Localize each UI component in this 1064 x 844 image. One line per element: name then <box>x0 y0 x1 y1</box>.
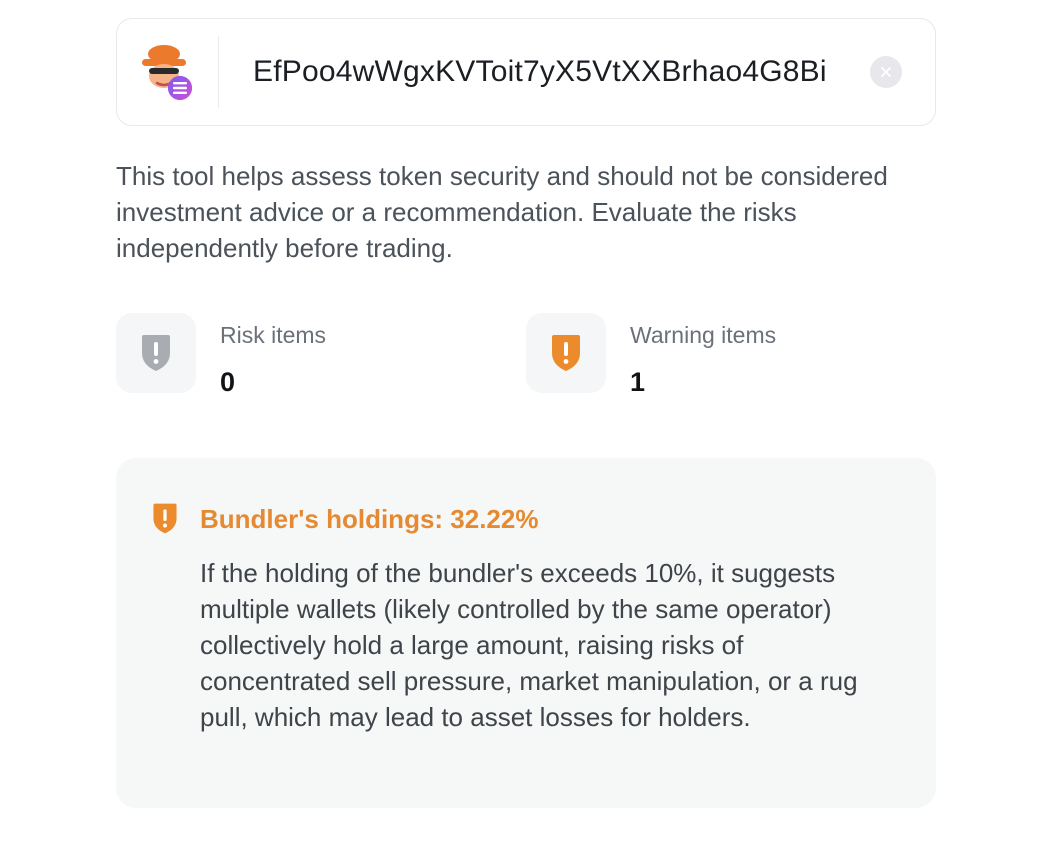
shield-exclamation-icon <box>153 503 177 534</box>
risk-items-count: 0 <box>220 367 236 397</box>
shield-exclamation-icon <box>552 335 580 371</box>
risk-icon-tile <box>116 313 196 393</box>
warning-detail-card: Bundler's holdings: 32.22% If the holdin… <box>116 458 936 808</box>
shield-exclamation-icon <box>142 335 170 371</box>
warning-detail-header: Bundler's holdings: 32.22% <box>150 502 538 535</box>
page: This tool helps assess token security an… <box>0 0 1064 844</box>
close-icon <box>881 67 891 77</box>
warning-items-count: 1 <box>630 367 646 397</box>
warning-icon-tile <box>526 313 606 393</box>
warning-detail-title: Bundler's holdings: 32.22% <box>200 503 539 534</box>
warning-items-label: Warning items <box>630 322 777 348</box>
clear-button[interactable] <box>870 56 902 88</box>
chain-logo[interactable] <box>117 36 219 108</box>
disclaimer-text: This tool helps assess token security an… <box>116 161 888 263</box>
token-search-bar <box>116 18 936 126</box>
risk-items-stat: Risk items 0 <box>116 313 326 397</box>
detective-mascot-icon <box>141 45 192 100</box>
warning-detail-description: If the holding of the bundler's exceeds … <box>200 558 858 732</box>
token-address-input[interactable] <box>253 50 850 94</box>
risk-items-label: Risk items <box>220 322 327 348</box>
warning-items-stat: Warning items 1 <box>526 313 776 397</box>
